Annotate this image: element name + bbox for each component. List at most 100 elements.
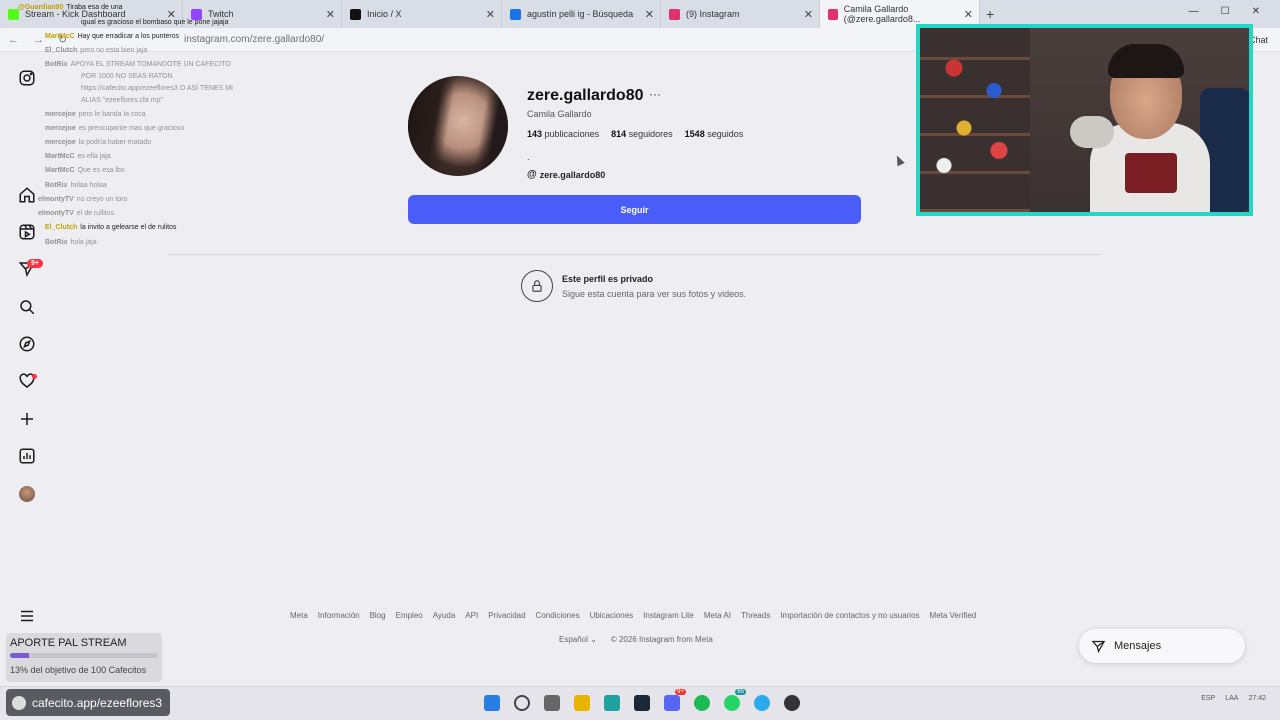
discord-icon[interactable]: 9+ [664, 689, 686, 711]
telegram-icon[interactable] [754, 695, 770, 711]
spotify-icon[interactable] [694, 695, 710, 711]
browser-tab[interactable]: Inicio / X ✕ [342, 0, 502, 28]
task-view-icon[interactable] [544, 695, 560, 711]
messages-button[interactable]: Mensajes [1079, 629, 1245, 663]
obs-icon[interactable] [784, 695, 800, 711]
cafecito-logo-icon [12, 695, 26, 710]
donation-subtitle: 13% del objetivo de 100 Cafecitos [10, 665, 147, 675]
microphone [1070, 116, 1114, 148]
chevron-down-icon: ⌄ [590, 635, 597, 644]
webcam-overlay [916, 24, 1253, 216]
copyright: © 2026 Instagram from Meta [610, 635, 713, 644]
footer-link[interactable]: Información [318, 611, 360, 620]
close-tab-icon[interactable]: ✕ [326, 8, 335, 21]
home-icon[interactable] [17, 185, 37, 205]
footer-link[interactable]: Importación de contactos y no usuarios [780, 611, 919, 620]
footer-link[interactable]: Threads [741, 611, 770, 620]
twitch-icon [191, 8, 202, 20]
donation-widget: APORTE PAL STREAM 13% del objetivo de 10… [6, 633, 162, 682]
lock-icon [521, 270, 553, 302]
footer-link[interactable]: Meta Verified [930, 611, 977, 620]
chat-message: @Guardian90 Tiraba esa de una [18, 4, 123, 11]
close-tab-icon[interactable]: ✕ [645, 8, 654, 21]
search-taskbar-icon[interactable] [514, 695, 530, 711]
footer-link[interactable]: Instagram Lite [643, 611, 694, 620]
footer-link[interactable]: Privacidad [488, 611, 525, 620]
url-field[interactable]: instagram.com/zere.gallardo80/ [184, 34, 324, 45]
footer-links: Meta Información Blog Empleo Ayuda API P… [290, 611, 976, 620]
chat-message: ALIAS "ezeeflores.cbr.mp" [81, 97, 164, 104]
private-profile-subtitle: Sigue esta cuenta para ver sus fotos y v… [562, 289, 747, 299]
whatsapp-icon[interactable]: 65 [724, 689, 746, 711]
profile-bio: . [527, 152, 530, 162]
x-icon [350, 8, 361, 20]
profile-picture[interactable] [408, 76, 508, 176]
footer-link[interactable]: Ayuda [433, 611, 456, 620]
browser-tab[interactable]: agustín pelli ig - Búsqueda ✕ [502, 0, 661, 28]
private-profile-title: Este perfil es privado [562, 274, 654, 284]
chat-message: https://cafecito.app/ezeeflores3 O ASÍ T… [81, 85, 234, 92]
chat-message: El_Clutch la invito a gelearse el de ruli… [45, 224, 177, 231]
footer-link[interactable]: Empleo [396, 611, 423, 620]
divider [168, 254, 1101, 255]
footer-link[interactable]: Meta [290, 611, 308, 620]
dashboard-icon[interactable] [17, 446, 37, 466]
chat-message: mercejoe la podría haber matado [45, 139, 152, 146]
profile-stats: 143 publicaciones 814 seguidores 1548 se… [527, 129, 743, 139]
chat-message: elmontyTV no creyo un toro [38, 196, 128, 203]
clock: 27:42 [1248, 695, 1266, 702]
file-explorer-icon[interactable] [574, 695, 590, 711]
search-tab-icon [510, 8, 521, 20]
close-window-icon[interactable]: ✕ [1252, 6, 1260, 17]
donation-progress-fill [10, 653, 30, 658]
search-icon[interactable] [17, 297, 37, 317]
language-select[interactable]: Español ⌄ [559, 635, 597, 644]
chat-message: mercejoe pero le banda la coca [45, 111, 146, 118]
reels-icon[interactable] [17, 222, 37, 242]
steam-icon[interactable] [634, 695, 650, 711]
send-icon [1091, 640, 1106, 653]
close-tab-icon[interactable]: ✕ [804, 8, 813, 21]
chat-message: MartMcC es ella jaja [45, 153, 111, 160]
explore-icon[interactable] [17, 334, 37, 354]
footer-link[interactable]: Condiciones [536, 611, 580, 620]
threads-link[interactable]: @ zere.gallardo80 [527, 169, 605, 180]
system-tray: ESP LAA 27:42 [1201, 695, 1266, 702]
mouse-cursor-icon [893, 153, 905, 167]
browser-tab[interactable]: (9) Instagram ✕ [661, 0, 820, 28]
minimize-icon[interactable]: — [1189, 6, 1199, 17]
chat-message: BotRix hola jaja [45, 239, 97, 246]
instagram-logo-icon[interactable] [17, 68, 37, 88]
new-tab-icon[interactable]: + [986, 6, 994, 22]
footer-link[interactable]: Meta AI [704, 611, 731, 620]
chat-message: BotRix APOYA EL STREAM TOMANDOTE UN CAFEC… [45, 61, 231, 68]
maximize-icon[interactable]: ☐ [1221, 6, 1230, 17]
profile-avatar[interactable] [19, 486, 35, 502]
close-tab-icon[interactable]: ✕ [964, 8, 973, 21]
threads-icon: @ [527, 169, 537, 180]
instagram-tab-icon [669, 8, 680, 20]
followers-stat[interactable]: 814 seguidores [611, 129, 673, 139]
donation-progress-bar [10, 653, 158, 658]
close-tab-icon[interactable]: ✕ [486, 8, 495, 21]
follow-button[interactable]: Seguir [408, 195, 861, 224]
chat-message: POR 1000 NO SEAS RATON [81, 73, 173, 80]
footer-link[interactable]: API [465, 611, 478, 620]
footer-bottom: Español ⌄ © 2026 Instagram from Meta [559, 635, 713, 644]
more-options-icon[interactable]: ··· [649, 87, 661, 101]
following-stat[interactable]: 1548 seguidos [685, 129, 744, 139]
windows-start-icon[interactable] [484, 695, 500, 711]
chat-message: igual es gracioso el bombaso que le pone… [81, 19, 229, 26]
footer-link[interactable]: Blog [370, 611, 386, 620]
instagram-tab-icon [828, 8, 838, 20]
chat-message: BotRix holaa holaa [45, 182, 107, 189]
chat-message: MartMcC Hay que erradicar a los punteros [45, 33, 180, 40]
edge-icon[interactable] [604, 695, 620, 711]
posts-stat: 143 publicaciones [527, 129, 600, 139]
donation-title: APORTE PAL STREAM [10, 637, 127, 649]
create-icon[interactable] [17, 409, 37, 429]
profile-full-name: Camila Gallardo [527, 109, 592, 119]
menu-icon[interactable] [17, 606, 37, 626]
instagram-sidebar: 9+ [0, 52, 54, 686]
footer-link[interactable]: Ubicaciones [590, 611, 634, 620]
